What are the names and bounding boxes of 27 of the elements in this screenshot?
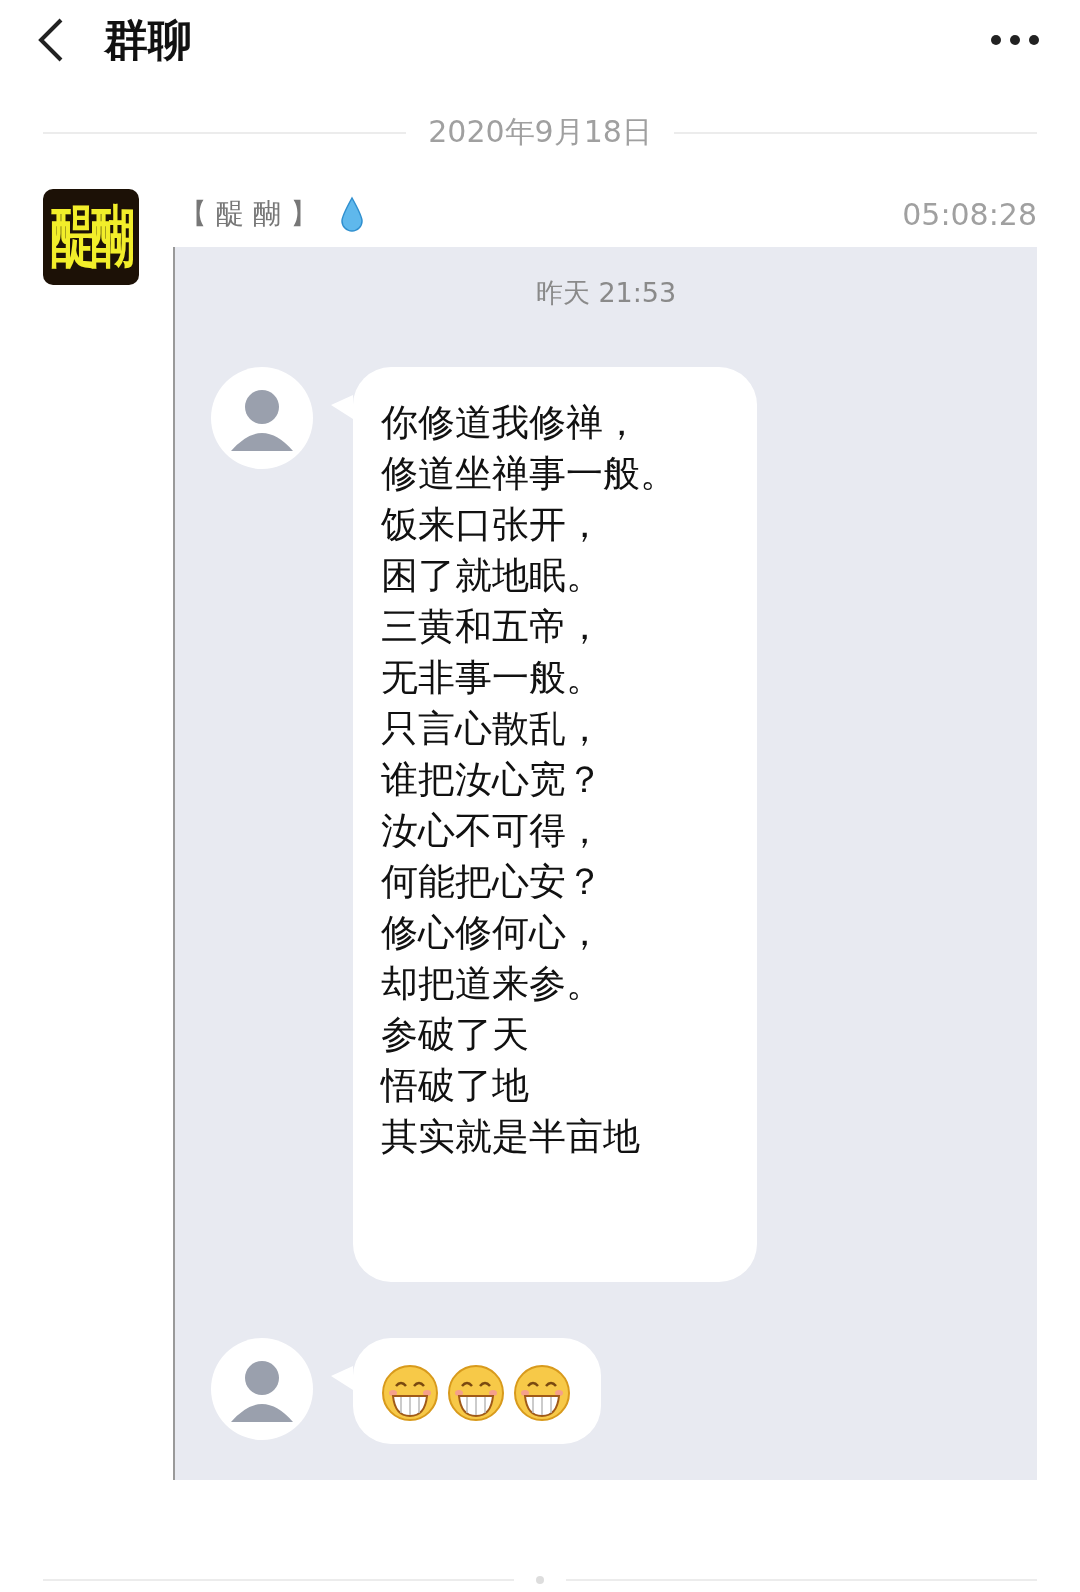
message-line: 修道坐禅事一般。 [381, 451, 677, 497]
message-line: 饭来口张开， [381, 502, 604, 548]
sender-name: 【 醍 醐 】 [179, 196, 318, 232]
message-line: 汝心不可得， [381, 808, 604, 854]
dot-icon [536, 1576, 544, 1584]
avatar-icon [211, 1338, 313, 1440]
message-line: 悟破了地 [381, 1063, 530, 1109]
message-line: 你修道我修禅， [381, 400, 641, 446]
date-label: 2020年9月18日 [428, 113, 652, 151]
message-line: 却把道来参。 [381, 961, 604, 1007]
sender-avatar[interactable]: 醍醐 [43, 189, 139, 285]
back-icon[interactable] [38, 18, 64, 62]
message-time: 05:08:28 [902, 196, 1037, 232]
water-drop-icon [339, 196, 364, 232]
message-line: 谁把汝心宽？ [381, 757, 604, 803]
message-line: 其实就是半亩地 [381, 1114, 641, 1160]
message-line: 困了就地眠。 [381, 553, 604, 599]
message-line: 修心修何心， [381, 910, 604, 956]
message-line: 三黄和五帝， [381, 604, 604, 650]
message-line: 只言心散乱， [381, 706, 604, 752]
avatar-icon [211, 367, 313, 469]
forwarded-time: 昨天 21:53 [535, 276, 677, 310]
more-icon[interactable] [990, 34, 1040, 46]
message-line: 参破了天 [381, 1012, 530, 1058]
chat-title: 群聊 [104, 12, 193, 67]
message-line: 无非事一般。 [381, 655, 604, 701]
message-line: 何能把心安？ [381, 859, 604, 905]
